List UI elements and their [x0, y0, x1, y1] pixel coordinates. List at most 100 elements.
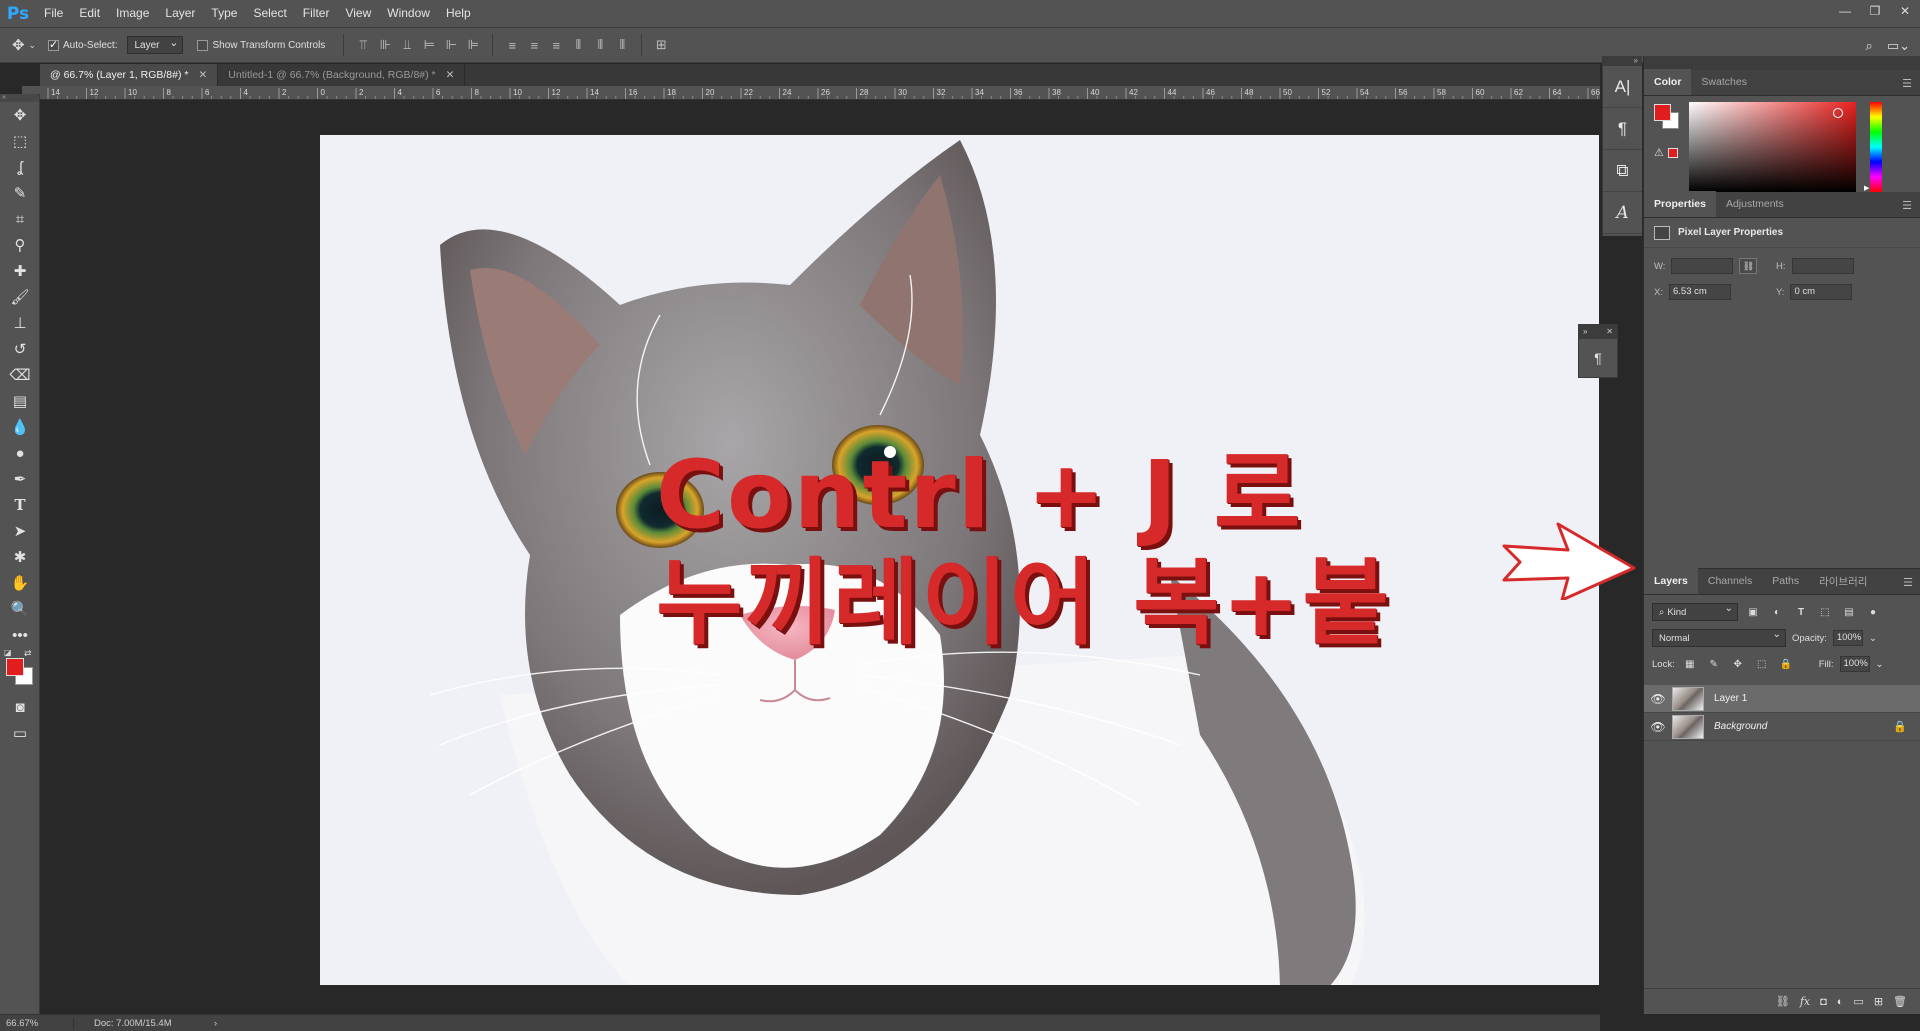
new-layer-icon[interactable]: ⊞: [1874, 995, 1883, 1008]
clone-stamp-tool-icon[interactable]: ⊥: [0, 310, 40, 336]
tab-untitled-1[interactable]: Untitled-1 @ 66.7% (Background, RGB/8#) …: [218, 64, 466, 86]
fill-input[interactable]: 100%: [1839, 656, 1870, 672]
menu-help[interactable]: Help: [438, 0, 479, 27]
gradient-tool-icon[interactable]: ▤: [0, 388, 40, 414]
align-right-icon[interactable]: ⊫: [462, 35, 484, 55]
tab-layers[interactable]: Layers: [1644, 568, 1698, 594]
distribute-top-icon[interactable]: ≡: [501, 35, 523, 55]
dodge-tool-icon[interactable]: ●: [0, 440, 40, 466]
close-tab-icon[interactable]: ✕: [198, 69, 207, 81]
filter-smart-object-icon[interactable]: ▤: [1840, 603, 1858, 621]
auto-select-checkbox[interactable]: Auto-Select:: [48, 38, 117, 51]
paragraph-icon[interactable]: ¶: [1579, 339, 1617, 377]
character-styles-icon[interactable]: A: [1603, 192, 1642, 234]
tab-channels[interactable]: Channels: [1698, 568, 1762, 594]
hue-slider-handle[interactable]: ▶: [1864, 184, 1869, 192]
auto-select-target-dropdown[interactable]: Layer: [127, 36, 184, 54]
hand-tool-icon[interactable]: ✋: [0, 570, 40, 596]
filter-adjustment-icon[interactable]: ◐: [1768, 603, 1786, 621]
new-adjustment-layer-icon[interactable]: ◐: [1837, 996, 1844, 1008]
menu-image[interactable]: Image: [108, 0, 157, 27]
status-expand-icon[interactable]: ›: [214, 1018, 217, 1029]
auto-align-icon[interactable]: ⊞: [650, 35, 672, 55]
layer-row-layer-1[interactable]: 👁 Layer 1: [1644, 685, 1920, 713]
menu-type[interactable]: Type: [203, 0, 245, 27]
workspace-icon[interactable]: ▭⌄: [1887, 38, 1910, 54]
align-hcenter-icon[interactable]: ⊩: [440, 35, 462, 55]
tab-swatches[interactable]: Swatches: [1691, 69, 1757, 95]
expand-icon[interactable]: »: [1583, 325, 1587, 339]
color-spectrum-field[interactable]: [1689, 102, 1856, 192]
character-panel-icon[interactable]: A|: [1603, 66, 1642, 108]
filter-type-icon[interactable]: T: [1792, 603, 1810, 621]
menu-edit[interactable]: Edit: [71, 0, 108, 27]
paragraph-panel-icon[interactable]: ¶: [1603, 108, 1642, 150]
blur-tool-icon[interactable]: 💧: [0, 414, 40, 440]
eraser-tool-icon[interactable]: ⌫: [0, 362, 40, 388]
pen-tool-icon[interactable]: ✒: [0, 466, 40, 492]
healing-brush-tool-icon[interactable]: ✚: [0, 258, 40, 284]
align-left-icon[interactable]: ⊨: [418, 35, 440, 55]
filter-pixel-icon[interactable]: ▣: [1744, 603, 1762, 621]
distribute-bottom-icon[interactable]: ≡: [545, 35, 567, 55]
layer-row-background[interactable]: 👁 Background 🔒: [1644, 713, 1920, 741]
x-input[interactable]: 6.53 cm: [1668, 284, 1731, 300]
more-tools-icon[interactable]: •••: [0, 622, 40, 648]
close-icon[interactable]: ✕: [1606, 325, 1613, 339]
tab-layer1-document[interactable]: @ 66.7% (Layer 1, RGB/8#) * ✕: [40, 64, 219, 86]
visibility-eye-icon[interactable]: 👁: [1644, 720, 1672, 734]
panel-menu-icon[interactable]: ☰: [1902, 199, 1912, 212]
tab-adjustments[interactable]: Adjustments: [1716, 191, 1794, 217]
close-tab-icon[interactable]: ✕: [446, 69, 455, 81]
show-transform-checkbox[interactable]: Show Transform Controls: [197, 39, 325, 51]
link-layers-icon[interactable]: ⛓: [1776, 995, 1790, 1008]
lock-all-icon[interactable]: 🔒: [1777, 655, 1795, 673]
minimize-icon[interactable]: —: [1830, 0, 1860, 22]
opacity-input[interactable]: 100%: [1832, 630, 1863, 646]
menu-select[interactable]: Select: [245, 0, 294, 27]
swap-colors-icon[interactable]: ⇄: [24, 648, 32, 659]
align-vcenter-icon[interactable]: ⊪: [374, 35, 396, 55]
hue-slider[interactable]: [1870, 102, 1882, 192]
lasso-tool-icon[interactable]: ʆ: [0, 154, 40, 180]
lock-transparent-icon[interactable]: ▦: [1681, 655, 1699, 673]
quick-mask-icon[interactable]: ◙: [0, 694, 40, 720]
menu-file[interactable]: File: [36, 0, 71, 27]
crop-tool-icon[interactable]: ⌗: [0, 206, 40, 232]
panel-menu-icon[interactable]: ☰: [1902, 77, 1912, 90]
lock-position-icon[interactable]: ✥: [1729, 655, 1747, 673]
quick-select-tool-icon[interactable]: ✎: [0, 180, 40, 206]
lock-image-icon[interactable]: ✎: [1705, 655, 1723, 673]
eyedropper-tool-icon[interactable]: ⚲: [0, 232, 40, 258]
menu-view[interactable]: View: [337, 0, 379, 27]
zoom-level[interactable]: 66.67%: [0, 1017, 74, 1029]
filter-toggle-icon[interactable]: ●: [1864, 603, 1882, 621]
layer-style-icon[interactable]: fx: [1800, 995, 1810, 1008]
blend-mode-dropdown[interactable]: Normal: [1652, 629, 1786, 647]
type-tool-icon[interactable]: T: [0, 492, 40, 518]
toolbar-grip[interactable]: »: [0, 94, 39, 102]
default-colors-icon[interactable]: ◪: [4, 648, 12, 657]
tab-color[interactable]: Color: [1644, 69, 1692, 95]
width-input[interactable]: [1671, 258, 1734, 274]
distribute-hcenter-icon[interactable]: ⦀: [589, 35, 611, 55]
fill-dropdown-icon[interactable]: ⌄: [1876, 659, 1884, 670]
menu-layer[interactable]: Layer: [157, 0, 203, 27]
menu-window[interactable]: Window: [379, 0, 438, 27]
tab-paths[interactable]: Paths: [1762, 568, 1809, 594]
horizontal-ruler[interactable]: 14 12 10 8 6 4 2 0 2 4 6 8 10 12 14 16 18 20 22 24 26 28 30 32 3…: [40, 86, 1600, 100]
filter-shape-icon[interactable]: ⬚: [1816, 603, 1834, 621]
distribute-vcenter-icon[interactable]: ≡: [523, 35, 545, 55]
custom-shape-tool-icon[interactable]: ✱: [0, 544, 40, 570]
opacity-dropdown-icon[interactable]: ⌄: [1869, 633, 1877, 644]
y-input[interactable]: 0 cm: [1790, 284, 1853, 300]
gamut-warning-swatch[interactable]: [1668, 148, 1678, 158]
search-icon[interactable]: ⌕: [1866, 38, 1873, 54]
filter-kind-dropdown[interactable]: ⌕ Kind: [1652, 603, 1738, 621]
panel-menu-icon[interactable]: ☰: [1903, 576, 1913, 589]
close-icon[interactable]: ✕: [1890, 0, 1920, 22]
path-selection-tool-icon[interactable]: ➤: [0, 518, 40, 544]
marquee-tool-icon[interactable]: ⬚: [0, 128, 40, 154]
restore-icon[interactable]: ❐: [1860, 0, 1890, 22]
align-bottom-icon[interactable]: ⫫: [396, 35, 418, 55]
